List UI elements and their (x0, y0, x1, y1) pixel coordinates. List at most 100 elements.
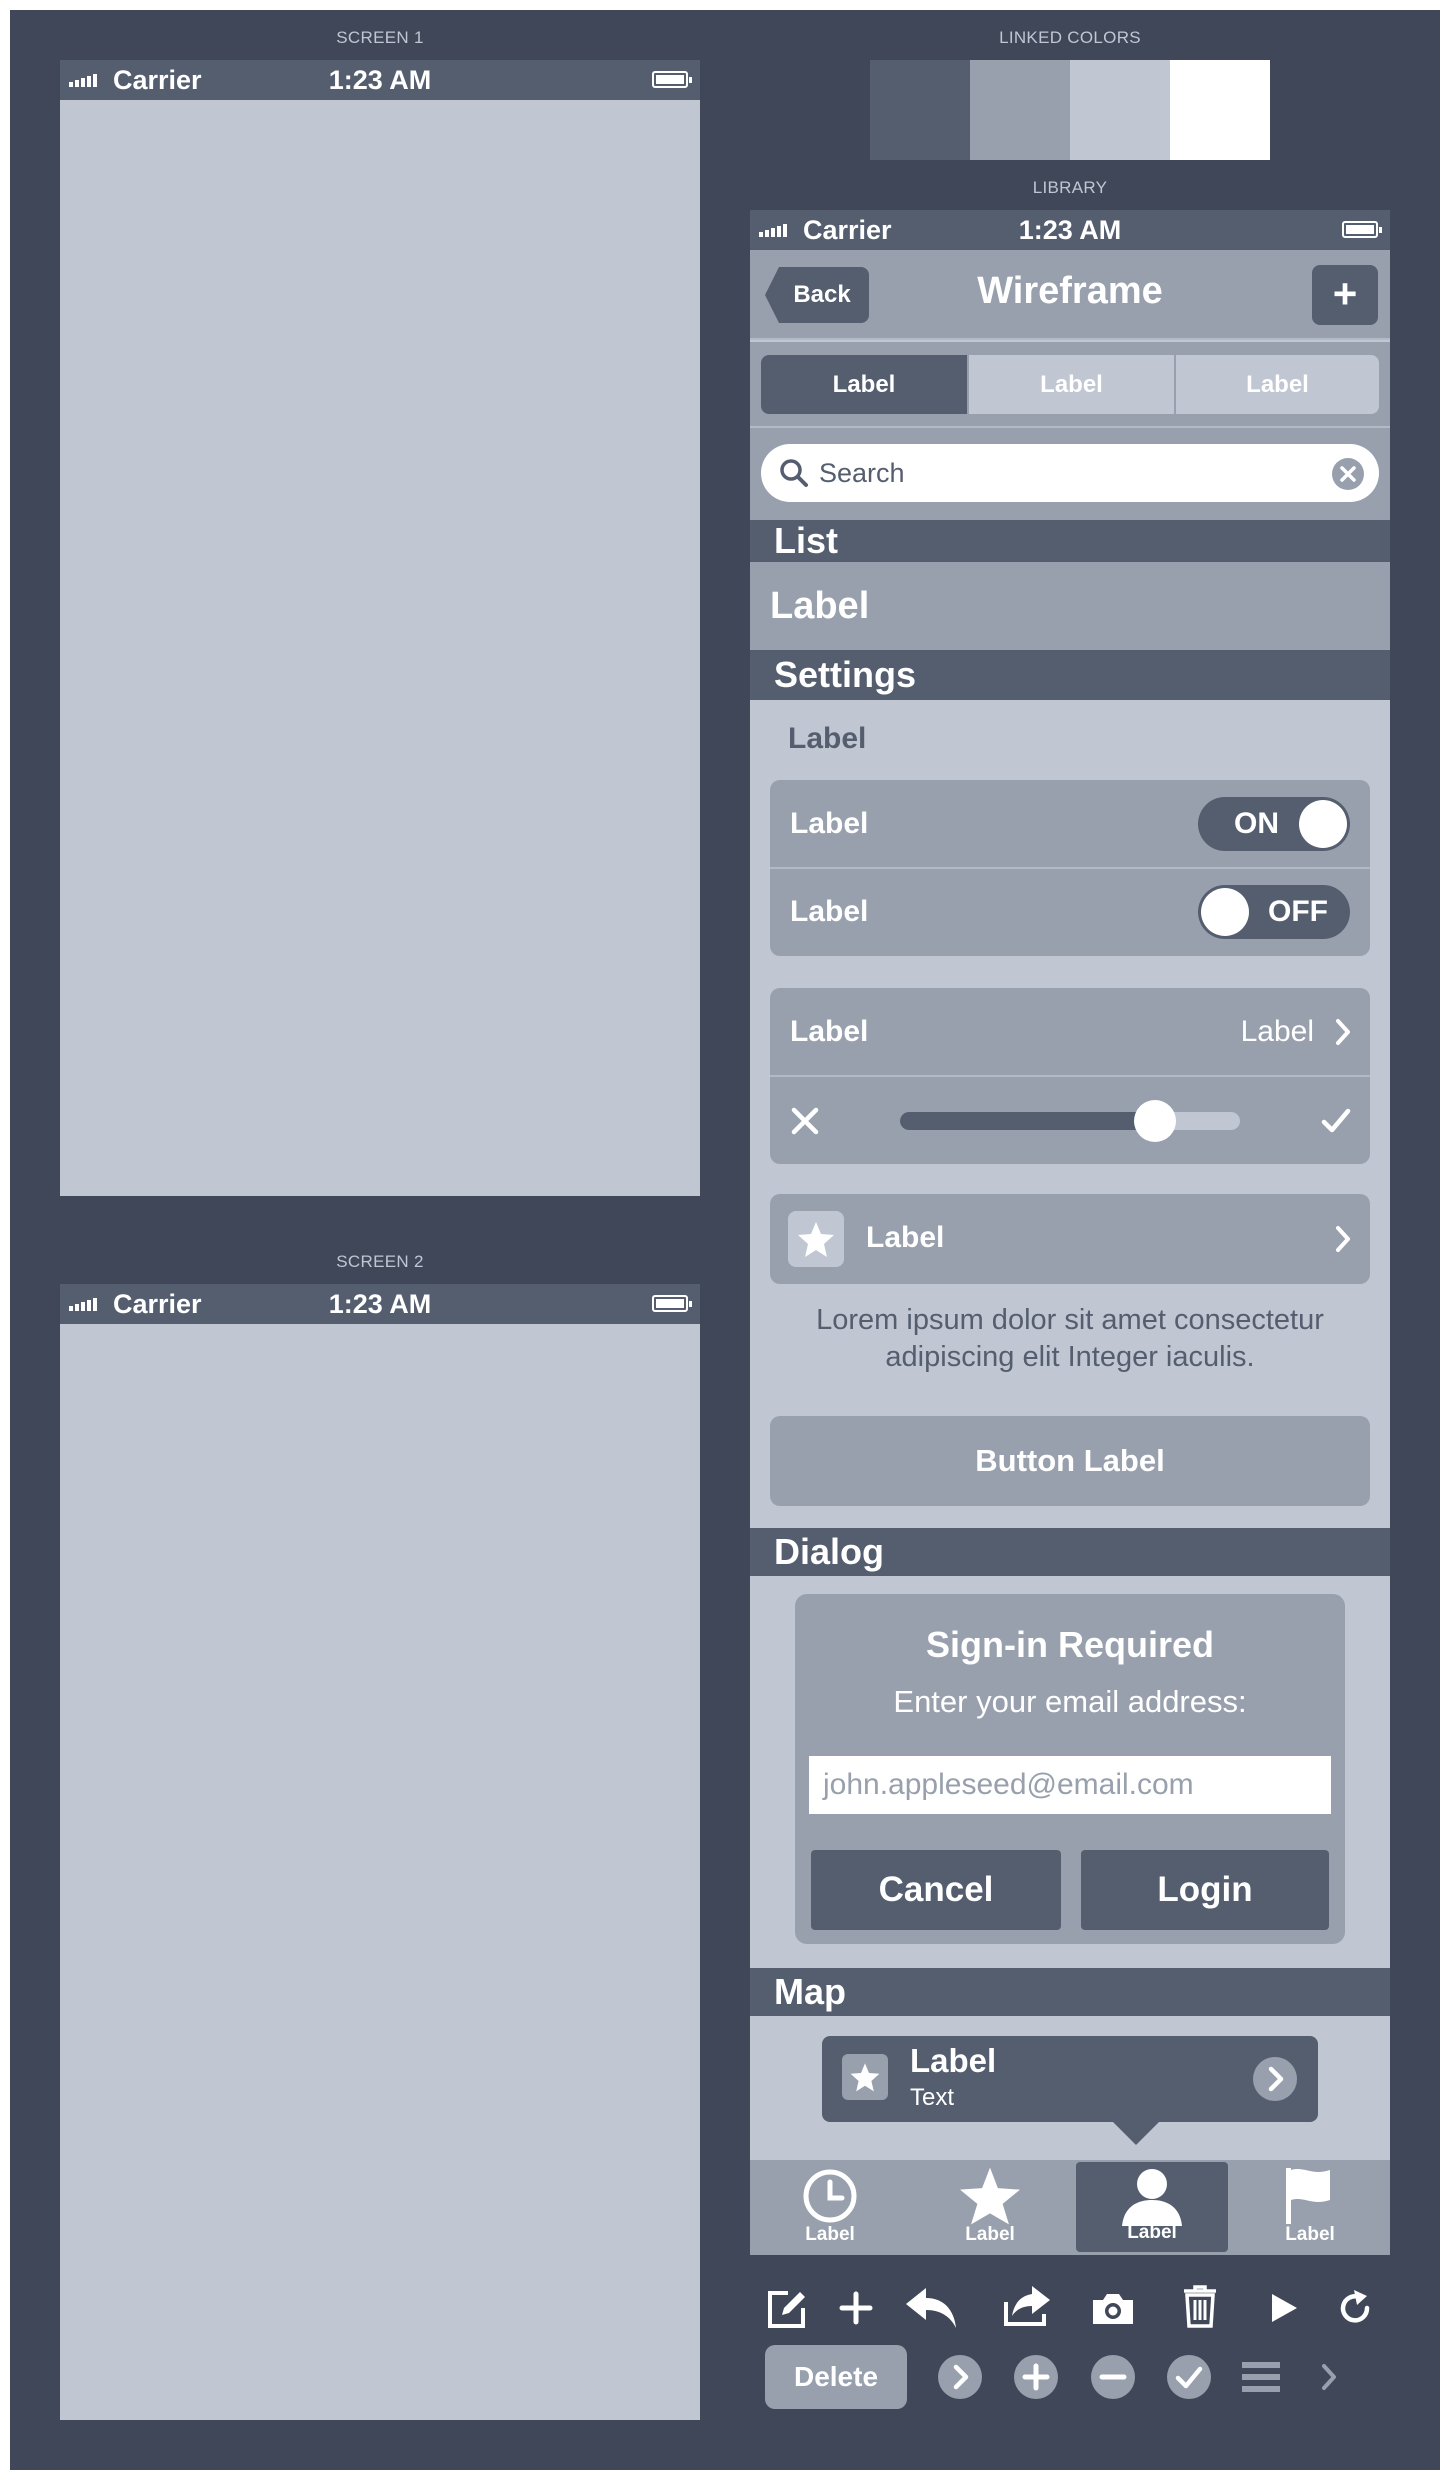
screen2: Carrier 1:23 AM (60, 1284, 700, 2420)
star-badge (788, 1211, 844, 1267)
slider-fill (900, 1112, 1155, 1130)
status-bar: Carrier 1:23 AM (60, 1284, 700, 1324)
close-icon[interactable] (790, 1106, 820, 1136)
detail-value: Label (1240, 1015, 1314, 1048)
segment-3[interactable]: Label (1176, 355, 1379, 414)
compose-icon[interactable] (766, 2288, 808, 2330)
star-row[interactable]: Label (770, 1194, 1370, 1284)
delete-button[interactable]: Delete (765, 2345, 907, 2409)
reply-icon[interactable] (904, 2286, 960, 2330)
tab-favorites[interactable]: Label (920, 2160, 1060, 2254)
star-icon (850, 2063, 880, 2092)
clock-icon (803, 2169, 857, 2223)
library-caption: LIBRARY (1032, 178, 1108, 197)
slider-track[interactable] (900, 1100, 1240, 1142)
flag-icon (1286, 2168, 1330, 2224)
clock-label: 1:23 AM (1018, 215, 1122, 245)
login-button[interactable]: Login (1081, 1850, 1329, 1930)
sign-in-dialog: Sign-in Required Enter your email addres… (795, 1594, 1345, 1944)
cancel-button[interactable]: Cancel (811, 1850, 1061, 1930)
share-icon[interactable] (1002, 2284, 1052, 2328)
library-phone: Carrier 1:23 AM Back Wireframe + Label L… (750, 210, 1390, 2255)
clock-label: 1:23 AM (328, 65, 432, 95)
tab-bar: Label Label Label Label (750, 2160, 1390, 2255)
chevron-right-icon (1336, 1226, 1350, 1252)
color-swatch[interactable] (1170, 60, 1270, 160)
segment-1[interactable]: Label (761, 355, 967, 414)
callout-subtitle: Text (910, 2084, 955, 2111)
menu-icon[interactable] (1242, 2360, 1280, 2394)
email-field[interactable]: john.appleseed@email.com (809, 1756, 1331, 1814)
dialog-title: Sign-in Required (926, 1624, 1214, 1665)
detail-slider-group: Label Label (770, 988, 1370, 1164)
screen2-caption: SCREEN 2 (336, 1252, 424, 1271)
refresh-icon[interactable] (1337, 2288, 1373, 2326)
plus-icon: + (1332, 270, 1358, 317)
star-icon (960, 2167, 1020, 2225)
plus-circle-icon[interactable] (1013, 2354, 1059, 2400)
callout-title: Label (910, 2042, 997, 2079)
toggle-state: OFF (1268, 895, 1328, 928)
callout-pointer (1112, 2121, 1160, 2145)
trash-icon[interactable] (1182, 2284, 1218, 2328)
battery-icon (652, 1295, 692, 1312)
toggle-knob (1201, 888, 1249, 936)
star-row-label: Label (866, 1221, 945, 1254)
section-header-settings: Settings (750, 650, 1390, 700)
battery-icon (652, 71, 692, 88)
chevron-right-icon[interactable] (1334, 1018, 1352, 1046)
toggle-group: Label ON Label OFF (770, 780, 1370, 956)
tab-flagged[interactable]: Label (1240, 2160, 1380, 2254)
chevron-right-icon[interactable] (1320, 2363, 1338, 2391)
star-icon (798, 1222, 834, 1257)
toggle-label: Label (790, 807, 869, 840)
lorem-text: Lorem ipsum dolor sit amet consectetur a… (750, 1302, 1390, 1376)
chevron-right-circle-icon[interactable] (1252, 2056, 1298, 2102)
status-bar: Carrier 1:23 AM (750, 210, 1390, 250)
map-callout[interactable]: Label Text (822, 2036, 1318, 2122)
tab-label: Label (965, 2224, 1015, 2245)
slider-thumb[interactable] (1134, 1100, 1176, 1142)
tab-label: Label (805, 2224, 855, 2245)
check-icon[interactable] (1320, 1106, 1352, 1136)
divider (770, 867, 1370, 869)
section-header-dialog: Dialog (750, 1528, 1390, 1576)
divider (770, 1075, 1370, 1077)
primary-button[interactable]: Button Label (770, 1416, 1370, 1506)
list-item[interactable]: Label (750, 562, 1390, 650)
minus-circle-icon[interactable] (1090, 2354, 1136, 2400)
search-input[interactable]: Search (761, 444, 1379, 502)
tab-recents[interactable]: Label (760, 2160, 900, 2254)
toggle-on[interactable]: ON (1198, 797, 1350, 851)
search-bar: Search (750, 428, 1390, 520)
person-icon (1122, 2169, 1182, 2226)
lorem-line: Lorem ipsum dolor sit amet consectetur (816, 1304, 1324, 1336)
toggle-off[interactable]: OFF (1198, 885, 1350, 939)
section-header-list: List (750, 520, 1390, 562)
add-button[interactable]: + (1312, 265, 1378, 325)
camera-icon[interactable] (1091, 2292, 1135, 2326)
color-swatch[interactable] (970, 60, 1070, 160)
search-placeholder: Search (819, 458, 905, 488)
search-icon (780, 459, 808, 487)
toggle-state: ON (1234, 807, 1279, 840)
clear-icon[interactable] (1331, 457, 1365, 491)
color-swatch[interactable] (1070, 60, 1170, 160)
tab-label: Label (1127, 2222, 1177, 2243)
screen1-caption: SCREEN 1 (336, 28, 424, 47)
segmented-control-bar: Label Label Label (750, 342, 1390, 428)
section-header-map: Map (750, 1968, 1390, 2016)
tab-contacts[interactable]: Label (1076, 2162, 1228, 2252)
lorem-line: adipiscing elit Integer iaculis. (885, 1341, 1255, 1373)
chevron-right-circle-icon[interactable] (937, 2354, 983, 2400)
tab-label: Label (1285, 2224, 1335, 2245)
dialog-message: Enter your email address: (893, 1684, 1247, 1719)
color-swatch[interactable] (870, 60, 970, 160)
screen1: Carrier 1:23 AM (60, 60, 700, 1196)
check-circle-icon[interactable] (1166, 2354, 1212, 2400)
play-icon[interactable] (1269, 2292, 1299, 2324)
toggle-knob (1299, 800, 1347, 848)
plus-icon[interactable] (838, 2290, 874, 2326)
segment-2[interactable]: Label (969, 355, 1174, 414)
battery-icon (1342, 221, 1382, 238)
